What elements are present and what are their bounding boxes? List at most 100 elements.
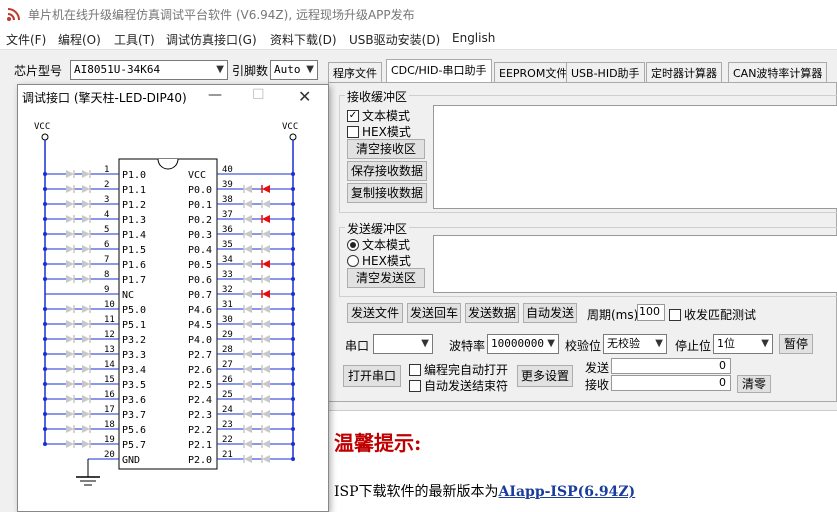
serial-port-select[interactable]: ▼	[373, 334, 433, 354]
receive-text-mode-checkbox[interactable]: ✓ 文本模式	[347, 107, 410, 124]
debug-interface-window: 调试接口 (擎天柱-LED-DIP40) — ☐ ✕ VCC VCC 1 P1.0 2 P…	[17, 84, 329, 512]
pin-name-7: P1.6	[122, 260, 146, 271]
pin-number-10: 10	[104, 300, 115, 310]
pin-number-16: 16	[104, 390, 115, 400]
right-pin-node-26	[291, 382, 295, 386]
led-left-19	[66, 440, 74, 448]
copy-receive-button[interactable]: 复制接收数据	[347, 183, 427, 203]
led-right-22	[262, 440, 270, 448]
right-pin-node-36	[291, 232, 295, 236]
led-left-16	[66, 395, 74, 403]
open-serial-button[interactable]: 打开串口	[343, 365, 401, 387]
send-count-field: 0	[611, 358, 731, 374]
pin-name-21: P2.0	[188, 455, 212, 466]
checkmark-icon: ✓	[347, 109, 359, 122]
pin-number-21: 21	[222, 450, 233, 460]
send-file-button[interactable]: 发送文件	[347, 303, 403, 323]
pin-number-13: 13	[104, 345, 115, 355]
receive-group-title: 接收缓冲区	[345, 88, 410, 105]
led-right-26	[262, 380, 270, 388]
auto-open-checkbox[interactable]: 编程完自动打开	[409, 361, 508, 378]
pause-button[interactable]: 暂停	[779, 334, 813, 354]
receive-hex-mode-checkbox[interactable]: HEX模式	[347, 123, 411, 140]
minimize-icon[interactable]: —	[208, 87, 222, 103]
send-enter-button[interactable]: 发送回车	[407, 303, 461, 323]
left-pin-node-18	[43, 427, 47, 431]
tab-program-file[interactable]: 程序文件	[328, 62, 382, 82]
clear-count-button[interactable]: 清零	[737, 375, 771, 393]
chip-model-select[interactable]: AI8051U-34K64 ▼	[70, 60, 228, 80]
clear-receive-button[interactable]: 清空接收区	[347, 139, 425, 159]
debug-window-title: 调试接口 (擎天柱-LED-DIP40)	[22, 91, 187, 105]
maximize-icon: ☐	[252, 87, 265, 103]
led-left-b-15	[82, 380, 90, 388]
auto-end-label: 自动发送结束符	[424, 379, 509, 393]
led-right-39	[262, 185, 270, 193]
receive-text-mode-label: 文本模式	[362, 109, 411, 123]
baud-rate-select[interactable]: 10000000 ▼	[487, 334, 559, 354]
close-icon[interactable]: ✕	[298, 87, 311, 106]
menu-usb-driver[interactable]: USB驱动安装(D)	[349, 31, 440, 48]
menu-program[interactable]: 编程(O)	[58, 31, 101, 48]
right-pin-node-34	[291, 262, 295, 266]
menu-downloads[interactable]: 资料下载(D)	[270, 31, 337, 48]
led-left-b-11	[82, 320, 90, 328]
save-receive-button[interactable]: 保存接收数据	[347, 161, 427, 181]
pin-name-30: P4.5	[188, 320, 212, 331]
send-text-mode-radio[interactable]: 文本模式	[347, 236, 410, 253]
serial-assistant-panel: 接收缓冲区 ✓ 文本模式 HEX模式 清空接收区 保存接收数据 复制接收数据 发送…	[328, 82, 837, 402]
menu-tools[interactable]: 工具(T)	[114, 31, 155, 48]
menu-english[interactable]: English	[452, 31, 495, 45]
pin-count-select[interactable]: Auto ▼	[270, 60, 318, 80]
tab-usb-hid[interactable]: USB-HID助手	[566, 62, 645, 82]
pin-number-20: 20	[104, 450, 115, 460]
pin-name-3: P1.2	[122, 200, 146, 211]
pin-name-37: P0.2	[188, 215, 212, 226]
title-bar: 单片机在线升级编程仿真调试平台软件 (V6.94Z), 远程现场升级APP发布	[0, 0, 837, 28]
match-test-checkbox[interactable]: 收发匹配测试	[669, 306, 756, 323]
tip-version-link[interactable]: AIapp-ISP(6.94Z)	[499, 484, 636, 500]
led-left-b-19	[82, 440, 90, 448]
tip-panel: 温馨提示: ISP下载软件的最新版本为AIapp-ISP(6.94Z)	[328, 410, 837, 512]
tab-can-baud-calc[interactable]: CAN波特率计算器	[728, 62, 828, 82]
led-left-3	[66, 200, 74, 208]
send-textarea[interactable]	[433, 235, 837, 293]
receive-textarea[interactable]	[433, 105, 837, 209]
led-right-a-30	[244, 320, 252, 328]
stop-bits-select[interactable]: 1位 ▼	[713, 334, 773, 354]
pin-number-28: 28	[222, 345, 233, 355]
menu-file[interactable]: 文件(F)	[6, 31, 46, 48]
debug-window-titlebar[interactable]: 调试接口 (擎天柱-LED-DIP40) — ☐ ✕	[18, 85, 328, 109]
tab-eeprom-file[interactable]: EEPROM文件	[494, 62, 573, 82]
send-count-label: 发送	[585, 361, 610, 375]
led-left-5	[66, 230, 74, 238]
period-input[interactable]: 100	[637, 304, 665, 321]
chip-model-value: AI8051U-34K64	[74, 63, 161, 76]
clear-send-button[interactable]: 清空发送区	[347, 268, 425, 288]
led-right-28	[262, 350, 270, 358]
pin-number-9: 9	[104, 285, 109, 295]
pin-name-18: P5.6	[122, 425, 146, 436]
send-data-button[interactable]: 发送数据	[465, 303, 519, 323]
parity-select[interactable]: 无校验 ▼	[603, 334, 667, 354]
more-settings-button[interactable]: 更多设置	[517, 365, 573, 387]
led-left-13	[66, 350, 74, 358]
pin-name-40: VCC	[188, 170, 206, 181]
send-hex-mode-radio[interactable]: HEX模式	[347, 252, 411, 269]
auto-end-checkbox[interactable]: 自动发送结束符	[409, 377, 508, 394]
stop-bits-value: 1位	[717, 337, 735, 350]
pin-number-5: 5	[104, 225, 109, 235]
tab-timer-calc[interactable]: 定时器计算器	[646, 62, 722, 82]
pin-name-38: P0.1	[188, 200, 212, 211]
auto-open-label: 编程完自动打开	[424, 363, 509, 377]
pin-name-36: P0.3	[188, 230, 212, 241]
stop-bits-label: 停止位	[675, 339, 712, 353]
tab-cdc-hid-serial[interactable]: CDC/HID-串口助手	[386, 59, 492, 83]
pin-name-31: P4.6	[188, 305, 212, 316]
led-left-6	[66, 245, 74, 253]
left-pin-node-15	[43, 382, 47, 386]
led-left-b-8	[82, 275, 90, 283]
auto-send-button[interactable]: 自动发送	[523, 303, 577, 323]
right-pin-node-38	[291, 202, 295, 206]
menu-debug-interface[interactable]: 调试仿真接口(G)	[166, 31, 257, 48]
